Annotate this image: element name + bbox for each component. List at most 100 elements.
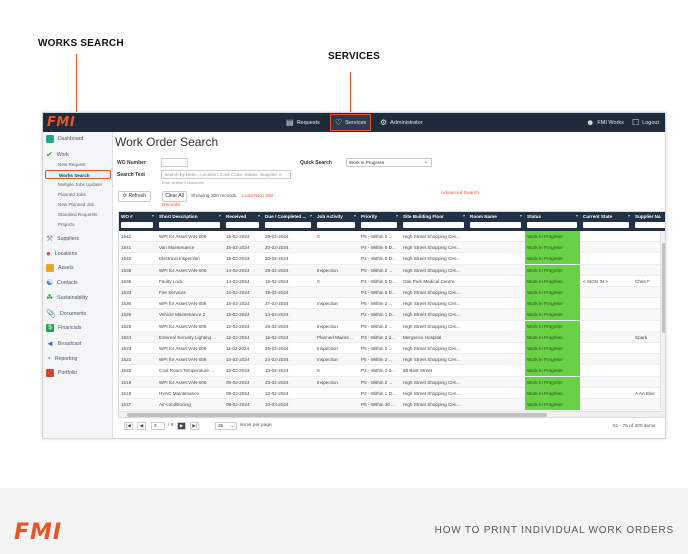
next-page-button[interactable]: ▶ [177, 422, 186, 430]
table-row[interactable]: 1536 Faulty Lock 14-02-2024 19-02-2024 0 P4 -… [119, 275, 665, 287]
column-filter-input[interactable] [265, 222, 311, 228]
column-filter-input[interactable] [470, 222, 521, 228]
column-menu-icon[interactable]: ▾ [576, 213, 578, 218]
column-filter-input[interactable] [403, 222, 464, 228]
sidebar-item-financials[interactable]: $ Financials [46, 324, 81, 332]
column-header[interactable]: Current State ▾ [581, 212, 632, 231]
column-header[interactable]: Priority ▾ [359, 212, 400, 231]
sidebar-item-broadcast[interactable]: ◄ Broadcast [46, 339, 81, 348]
sidebar-item-portfolio[interactable]: Portfolio [46, 369, 77, 377]
refresh-button[interactable]: ⟳ Refresh [118, 191, 151, 202]
column-filter-input[interactable] [226, 222, 259, 228]
sidebar-sub-planned-jobs[interactable]: Planned Jobs [58, 192, 86, 197]
column-header[interactable]: WO # ▾ [119, 212, 156, 231]
sidebar-item-sustainability[interactable]: ☘ Sustainability [46, 293, 88, 302]
last-page-button[interactable]: ▶| [190, 422, 199, 430]
main-content: Work Order Search WO Number Search Text … [115, 132, 665, 438]
sidebar-sub-projects[interactable]: Projects [58, 222, 75, 227]
table-cell: 1542 [121, 234, 132, 239]
table-row[interactable]: 1539 WPI for Asset:VAN-006 14-02-2024 28-02… [119, 264, 665, 276]
vertical-scroll-thumb[interactable] [662, 243, 665, 333]
column-menu-icon[interactable]: ▾ [396, 213, 398, 218]
sidebar-item-documents[interactable]: 📎 Documents [46, 309, 86, 318]
wo-number-input[interactable] [161, 158, 188, 167]
sidebar-item-locations[interactable]: ● Locations [46, 249, 77, 258]
column-header[interactable]: Room Name ▾ [468, 212, 524, 231]
nav-requests[interactable]: ▤ Requests [286, 113, 320, 132]
sidebar-item-suppliers[interactable]: ⚒ Suppliers [46, 234, 79, 243]
table-row[interactable]: 1525 WPI for Asset:VAN-006 12-02-2024 26-02… [119, 320, 665, 332]
column-filter-input[interactable] [121, 222, 153, 228]
table-row[interactable]: 1517 Air-conditioning 09-02-2024 10-03-2024… [119, 399, 665, 411]
table-row[interactable]: 1524 External Security Lighting ... 12-02-… [119, 331, 665, 343]
column-header[interactable]: Status ▾ [525, 212, 580, 231]
clear-all-button[interactable]: Clear All [162, 191, 187, 202]
table-row[interactable]: 1518 HVAC Maintenance 09-02-2024 10-02-2024… [119, 387, 665, 399]
sidebar-sub-standard-requests[interactable]: Standard Requests [58, 212, 97, 217]
table-row[interactable]: 1541 Van Maintenance 15-02-2024 20-02-2024 P… [119, 242, 665, 254]
column-menu-icon[interactable]: ▾ [219, 213, 221, 218]
column-filter-input[interactable] [635, 222, 665, 228]
sidebar-sub-new-planned-job[interactable]: New Planned Job [58, 202, 94, 207]
column-menu-icon[interactable]: ▾ [152, 213, 154, 218]
column-header[interactable]: Due / Completed ... ▾ [263, 212, 314, 231]
refresh-icon: ⟳ [122, 193, 128, 199]
horizontal-scroll-thumb[interactable] [127, 413, 547, 417]
load-next-link[interactable]: Load Next 200 [242, 194, 273, 199]
quick-search-select[interactable]: Work in Progress ⌄ [346, 158, 432, 167]
horizontal-scrollbar[interactable] [119, 411, 665, 417]
first-page-button[interactable]: |◀ [124, 422, 133, 430]
column-menu-icon[interactable]: ▾ [463, 213, 465, 218]
sidebar-sub-works-search[interactable]: Works Search [45, 170, 111, 179]
page-size-select[interactable]: 25 ⌄ [215, 422, 237, 430]
status-badge: Work In Progress [525, 376, 580, 388]
column-menu-icon[interactable]: ▾ [520, 213, 522, 218]
table-row[interactable]: 1530 WPI for Asset:VAN-006 13-02-2024 27-02… [119, 298, 665, 310]
page-number-input[interactable]: 3 [151, 422, 165, 430]
table-cell: 26-02-2024 [265, 323, 289, 329]
table-row[interactable]: 1529 Vehicle Maintenance 2 13-02-2024 14-02… [119, 309, 665, 321]
column-header[interactable]: Site Building Floor ▾ [401, 212, 467, 231]
column-filter-input[interactable] [361, 222, 397, 228]
table-row[interactable]: 1533 Fire Services 14-02-2024 19-02-2024 P4 … [119, 287, 665, 299]
table-cell: High Street Shopping Cen... [403, 290, 461, 295]
user-menu[interactable]: ☻ FMI Works [586, 113, 624, 132]
prev-page-button[interactable]: ◀ [137, 422, 146, 430]
table-cell: 13-02-2024 [226, 301, 250, 307]
column-menu-icon[interactable]: ▾ [628, 213, 630, 218]
advanced-search-link[interactable]: Advanced Search [441, 191, 479, 196]
table-row[interactable]: 1522 WPI for Asset:VAN-006 10-02-2024 24-02… [119, 354, 665, 366]
table-cell: 11-02-2024 [226, 346, 250, 351]
search-text-input[interactable]: Search by Desc., Location, Cost Code, St… [161, 170, 291, 179]
column-header[interactable]: Short Description ▾ [157, 212, 223, 231]
column-header[interactable]: Job Activity ▾ [315, 212, 358, 231]
sidebar-item-dashboard[interactable]: Dashboard [46, 135, 83, 143]
column-header[interactable]: Supplier Na▾ [633, 212, 665, 231]
fmi-logo[interactable]: FMI [47, 115, 75, 130]
table-row[interactable]: 1519 WPI for Asset:VAN-006 09-02-2024 23-02… [119, 376, 665, 388]
table-row[interactable]: 1542 WPI for Asset:VAN-006 15-02-2024 29-02… [119, 231, 665, 243]
table-cell: HVAC Maintenance [159, 390, 200, 396]
column-filter-input[interactable] [317, 222, 355, 228]
column-filter-input[interactable] [159, 222, 220, 228]
sidebar-sub-multiple-jobs-updater[interactable]: Multiple Jobs Updater [58, 182, 102, 187]
sidebar-sub-new-request[interactable]: New Request [58, 162, 86, 167]
column-header[interactable]: Received ▾ [224, 212, 262, 231]
column-filter-input[interactable] [583, 222, 629, 228]
sidebar-item-reporting[interactable]: ◔ Reporting [46, 354, 77, 363]
vertical-scrollbar[interactable] [660, 231, 665, 409]
column-menu-icon[interactable]: ▾ [310, 213, 312, 218]
table-row[interactable]: 1523 WPI for Asset:VAN-006 11-02-2024 25-02… [119, 343, 665, 355]
sidebar-item-assets[interactable]: Assets [46, 264, 74, 272]
column-menu-icon[interactable]: ▾ [258, 213, 260, 218]
table-row[interactable]: 1540 Electrical Inspection 15-02-2024 20-02… [119, 253, 665, 265]
sidebar-item-contacts[interactable]: ☯ Contacts [46, 278, 78, 287]
column-filter-input[interactable] [527, 222, 577, 228]
nav-administrator[interactable]: ⚙ Administrator [380, 113, 423, 132]
column-menu-icon[interactable]: ▾ [354, 213, 356, 218]
sidebar-item-work[interactable]: ✔ Work [46, 150, 69, 159]
table-row[interactable]: 1520 Cool Room Temperature ... 10-02-2024 1… [119, 365, 665, 377]
records-link[interactable]: Records [162, 203, 180, 208]
logout-button[interactable]: ☐ Logout [632, 113, 659, 132]
nav-services[interactable]: ♡ Services [330, 114, 372, 131]
